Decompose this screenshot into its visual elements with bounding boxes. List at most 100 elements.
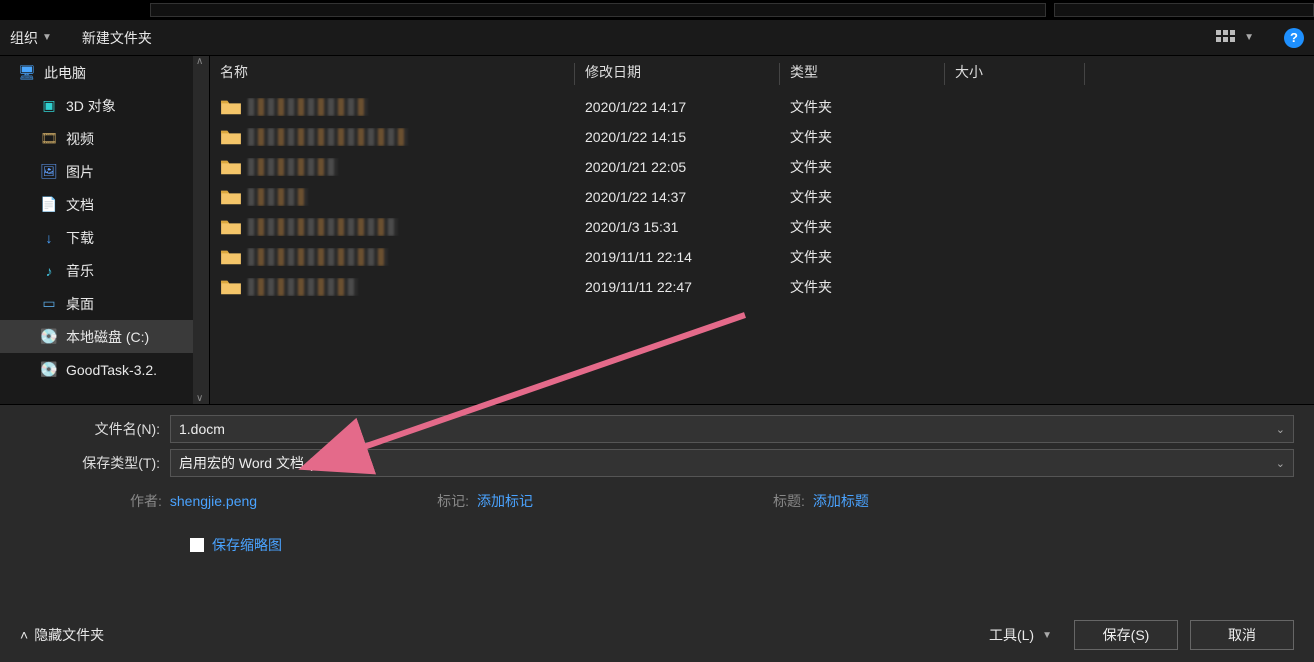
col-date[interactable]: 修改日期 <box>575 63 780 85</box>
folder-icon <box>220 248 242 266</box>
redacted-name <box>248 218 398 236</box>
new-folder-button[interactable]: 新建文件夹 <box>82 28 152 48</box>
sidebar-root-label: 此电脑 <box>44 63 86 83</box>
music-icon: ♪ <box>40 262 58 280</box>
cell-type: 文件夹 <box>780 97 945 117</box>
col-size[interactable]: 大小 <box>945 63 1085 85</box>
cell-date: 2020/1/22 14:17 <box>575 99 780 115</box>
author-key: 作者: <box>130 491 162 511</box>
folder-icon <box>220 98 242 116</box>
sidebar-item-pictures[interactable]: 🖼 图片 <box>0 155 209 188</box>
sidebar-item-label: 视频 <box>66 129 94 149</box>
sidebar-item-3d[interactable]: ▣ 3D 对象 <box>0 89 209 122</box>
sidebar-item-label: 3D 对象 <box>66 96 116 116</box>
sidebar-item-label: 图片 <box>66 162 94 182</box>
folder-icon <box>220 278 242 296</box>
cell-date: 2020/1/3 15:31 <box>575 219 780 235</box>
tag-value[interactable]: 添加标记 <box>477 491 533 511</box>
file-list: 名称 修改日期 类型 大小 2020/1/22 14:17文件夹2020/1/2… <box>210 56 1314 404</box>
filename-input[interactable]: 1.docm ⌄ <box>170 415 1294 443</box>
table-row[interactable]: 2020/1/22 14:17文件夹 <box>210 92 1314 122</box>
table-row[interactable]: 2020/1/3 15:31文件夹 <box>210 212 1314 242</box>
sidebar-item-label: 本地磁盘 (C:) <box>66 327 149 347</box>
folder-icon <box>220 218 242 236</box>
disk-icon: 💽 <box>40 361 58 379</box>
chevron-down-icon: ▼ <box>1042 630 1052 641</box>
savetype-label: 保存类型(T): <box>20 453 170 473</box>
film-icon: 🎞 <box>40 130 58 148</box>
sidebar: 🖥 此电脑 ▣ 3D 对象 🎞 视频 🖼 图片 📄 文档 ↓ 下载 ♪ 音乐 ▭ <box>0 56 210 404</box>
cell-type: 文件夹 <box>780 127 945 147</box>
title-key: 标题: <box>773 491 805 511</box>
sidebar-root-thispc[interactable]: 🖥 此电脑 <box>0 56 209 89</box>
cell-date: 2020/1/22 14:37 <box>575 189 780 205</box>
savetype-select[interactable]: 启用宏的 Word 文档 (*.docm) ⌄ <box>170 449 1294 477</box>
chevron-down-icon: ▼ <box>42 32 52 43</box>
sidebar-item-disk-c[interactable]: 💽 本地磁盘 (C:) <box>0 320 209 353</box>
cell-date: 2020/1/21 22:05 <box>575 159 780 175</box>
organize-label: 组织 <box>10 28 38 48</box>
redacted-name <box>248 128 408 146</box>
new-folder-label: 新建文件夹 <box>82 28 152 48</box>
sidebar-item-goodtask[interactable]: 💽 GoodTask-3.2. <box>0 353 209 386</box>
cancel-button[interactable]: 取消 <box>1190 620 1294 650</box>
title-value[interactable]: 添加标题 <box>813 491 869 511</box>
col-type[interactable]: 类型 <box>780 63 945 85</box>
sidebar-scrollbar[interactable] <box>193 56 209 404</box>
organize-button[interactable]: 组织 ▼ <box>10 28 52 48</box>
cell-type: 文件夹 <box>780 187 945 207</box>
save-panel: 文件名(N): 1.docm ⌄ 保存类型(T): 启用宏的 Word 文档 (… <box>0 404 1314 662</box>
chevron-down-icon: ⌄ <box>1276 423 1285 436</box>
folder-icon <box>220 128 242 146</box>
cell-type: 文件夹 <box>780 157 945 177</box>
thumbnail-checkbox[interactable] <box>190 538 204 552</box>
sidebar-item-label: 音乐 <box>66 261 94 281</box>
sidebar-item-desktop[interactable]: ▭ 桌面 <box>0 287 209 320</box>
sidebar-item-music[interactable]: ♪ 音乐 <box>0 254 209 287</box>
sidebar-item-label: 桌面 <box>66 294 94 314</box>
cell-type: 文件夹 <box>780 217 945 237</box>
cell-type: 文件夹 <box>780 247 945 267</box>
document-icon: 📄 <box>40 196 58 214</box>
col-name[interactable]: 名称 <box>210 63 575 85</box>
cell-date: 2019/11/11 22:47 <box>575 279 780 295</box>
redacted-name <box>248 158 338 176</box>
author-value[interactable]: shengjie.peng <box>170 493 257 509</box>
chevron-down-icon: ⌄ <box>1276 457 1285 470</box>
table-row[interactable]: 2020/1/22 14:37文件夹 <box>210 182 1314 212</box>
save-button[interactable]: 保存(S) <box>1074 620 1178 650</box>
help-icon[interactable]: ? <box>1284 28 1304 48</box>
view-options-button[interactable]: ▼ <box>1216 30 1254 46</box>
redacted-name <box>248 188 308 206</box>
sidebar-item-downloads[interactable]: ↓ 下载 <box>0 221 209 254</box>
sidebar-item-label: 文档 <box>66 195 94 215</box>
table-row[interactable]: 2020/1/22 14:15文件夹 <box>210 122 1314 152</box>
monitor-icon: 🖥 <box>18 64 36 82</box>
toolbar: 组织 ▼ 新建文件夹 ▼ ? <box>0 20 1314 56</box>
cube-icon: ▣ <box>40 97 58 115</box>
sidebar-item-documents[interactable]: 📄 文档 <box>0 188 209 221</box>
column-headers: 名称 修改日期 类型 大小 <box>210 56 1314 86</box>
savetype-value: 启用宏的 Word 文档 (*.docm) <box>179 453 361 473</box>
hide-folders-toggle[interactable]: ˄ 隐藏文件夹 <box>20 625 104 645</box>
cell-date: 2020/1/22 14:15 <box>575 129 780 145</box>
tag-key: 标记: <box>437 491 469 511</box>
table-row[interactable]: 2019/11/11 22:47文件夹 <box>210 272 1314 302</box>
thumbnail-label[interactable]: 保存缩略图 <box>212 535 282 555</box>
table-row[interactable]: 2019/11/11 22:14文件夹 <box>210 242 1314 272</box>
redacted-name <box>248 98 368 116</box>
table-row[interactable]: 2020/1/21 22:05文件夹 <box>210 152 1314 182</box>
chevron-down-icon: ▼ <box>1244 32 1254 43</box>
tools-label: 工具(L) <box>989 625 1034 645</box>
redacted-name <box>248 278 358 296</box>
cell-type: 文件夹 <box>780 277 945 297</box>
tools-button[interactable]: 工具(L) ▼ <box>989 625 1052 645</box>
sidebar-item-label: 下载 <box>66 228 94 248</box>
folder-icon <box>220 188 242 206</box>
picture-icon: 🖼 <box>40 163 58 181</box>
sidebar-item-video[interactable]: 🎞 视频 <box>0 122 209 155</box>
view-grid-icon <box>1216 30 1238 46</box>
folder-icon <box>220 158 242 176</box>
disk-icon: 💽 <box>40 328 58 346</box>
redacted-name <box>248 248 388 266</box>
